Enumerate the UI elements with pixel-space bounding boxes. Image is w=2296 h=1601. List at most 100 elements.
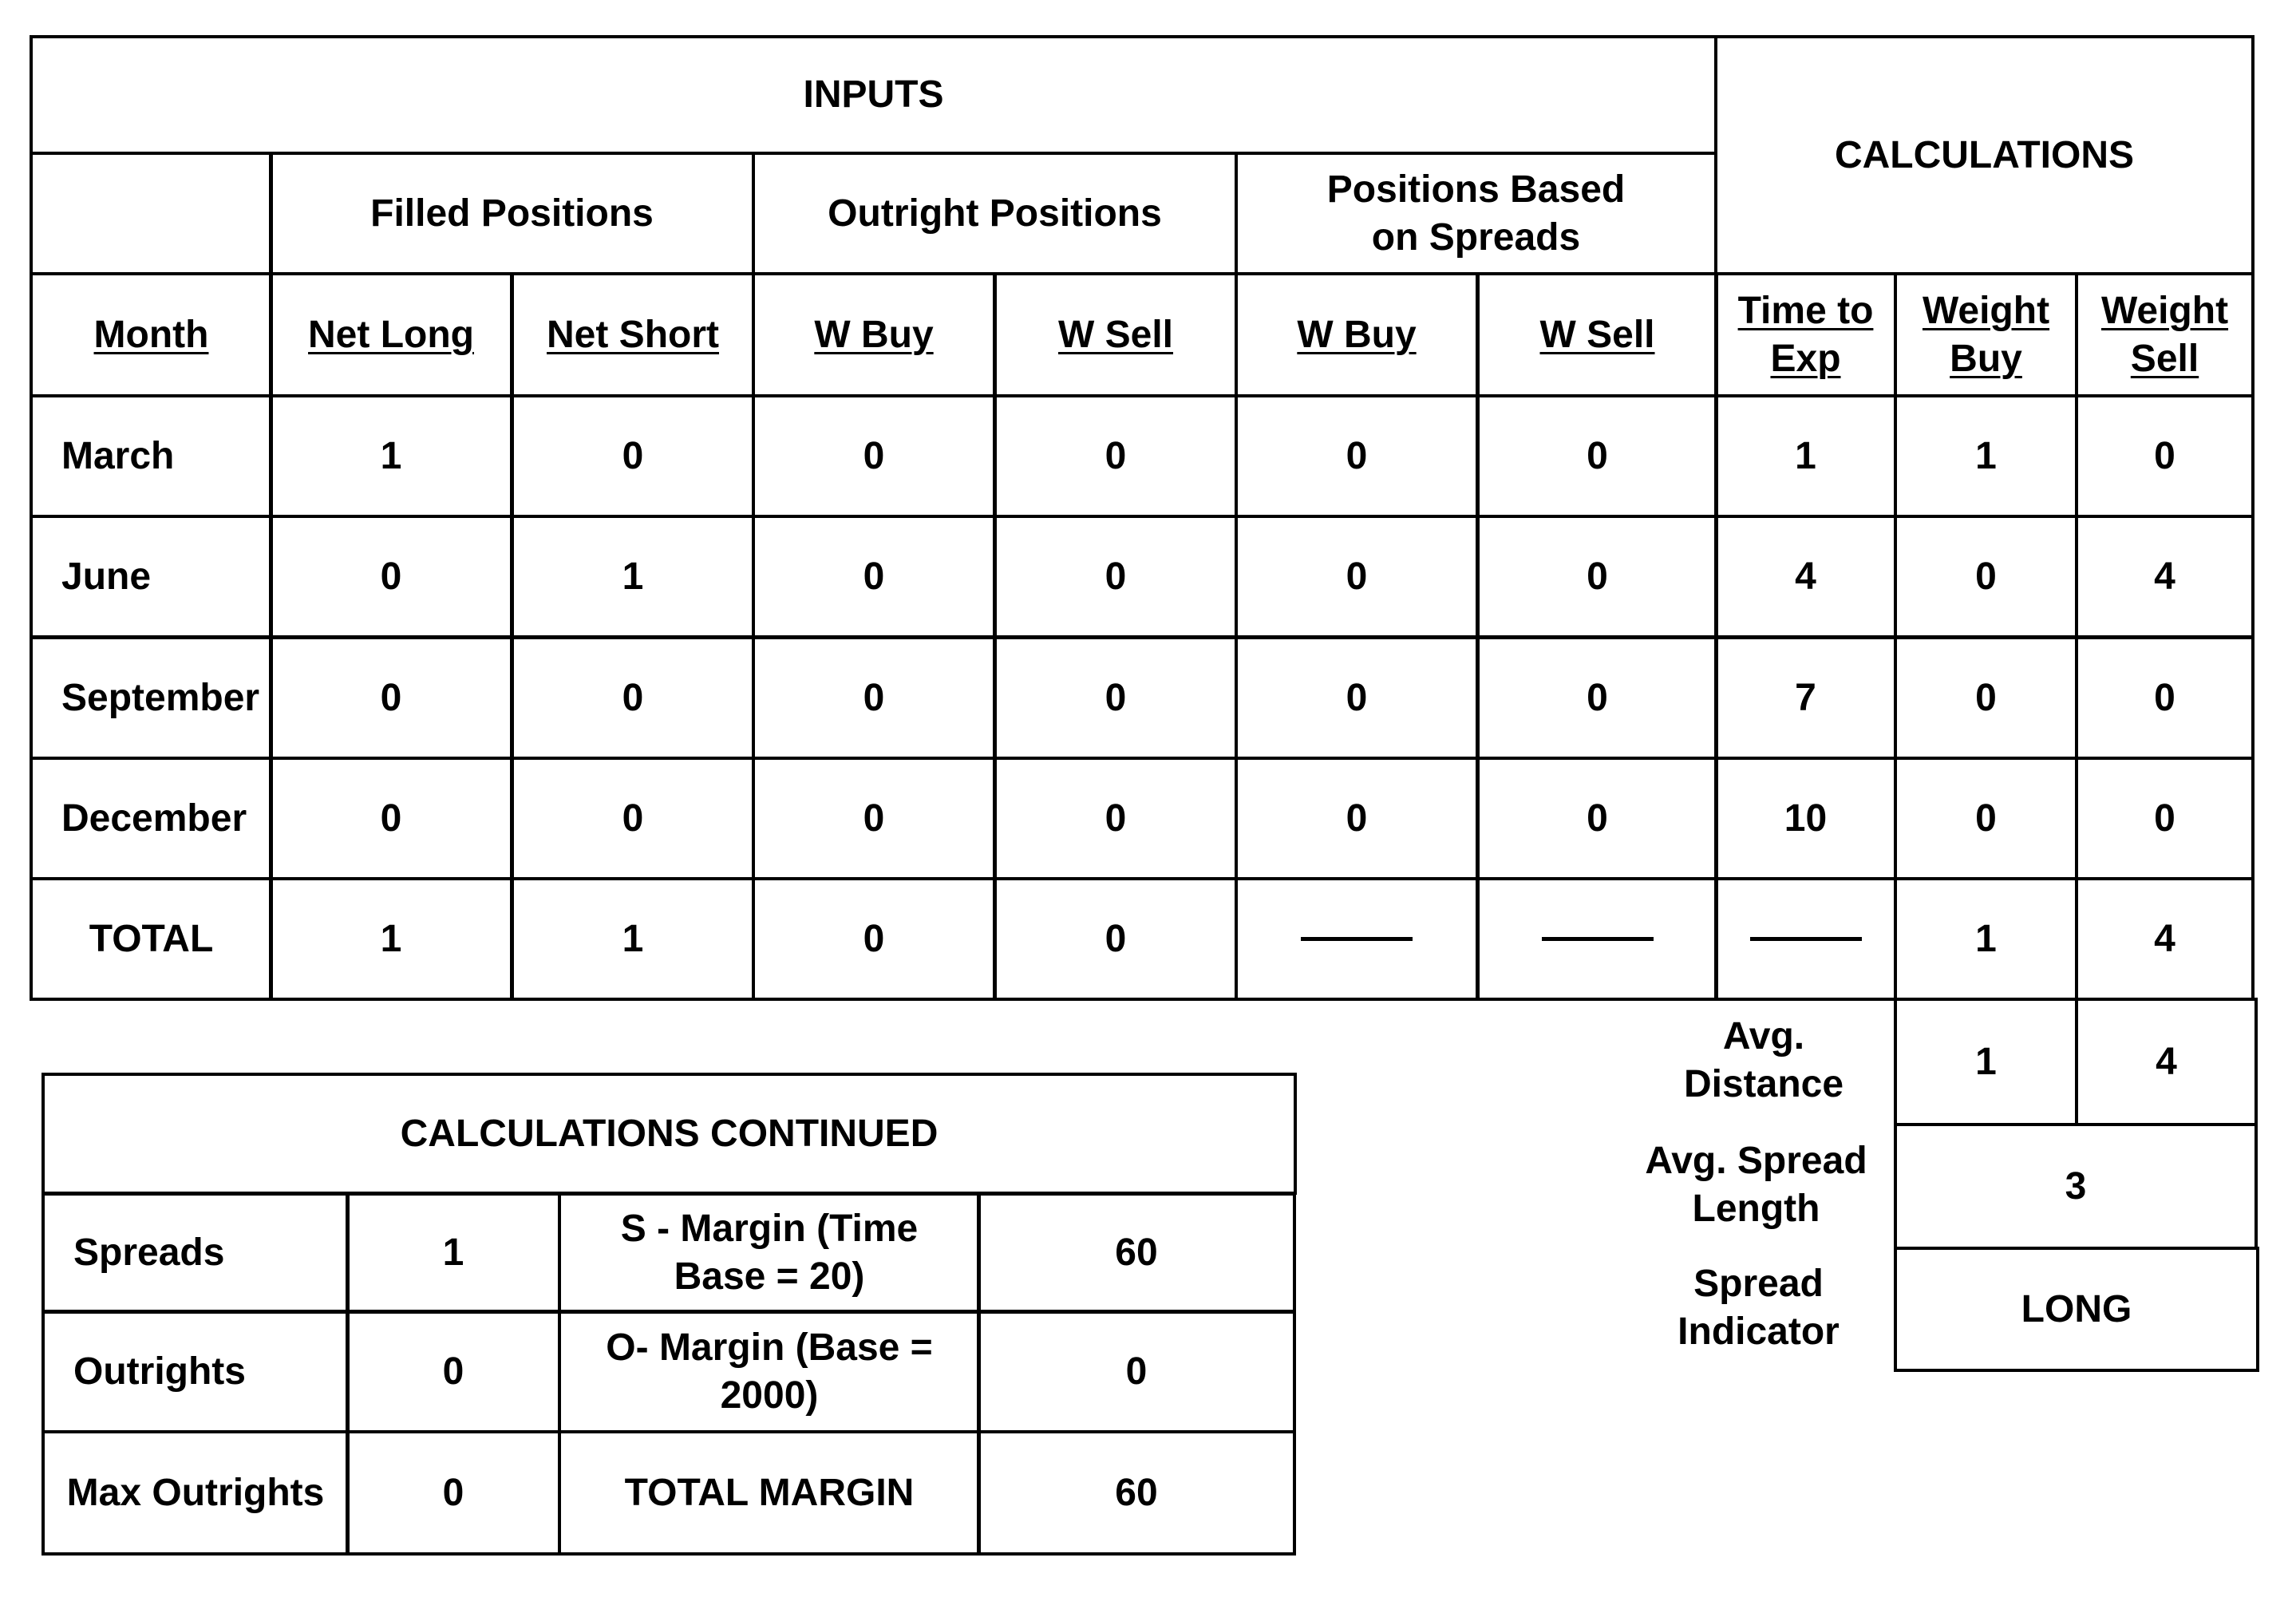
column-header-outright-w-buy-text: W Buy <box>814 313 934 356</box>
row-month-september-text: September <box>61 676 260 719</box>
total-net-long-text: 1 <box>380 917 402 960</box>
dash-placeholder <box>1749 937 1862 941</box>
dash-placeholder <box>1541 937 1654 941</box>
column-header-spread-w-sell: W Sell <box>1476 272 1718 397</box>
cell-march-net-long: 1 <box>269 394 513 518</box>
cell-march-outright-w-sell: 0 <box>994 394 1238 518</box>
cell-december-net-long: 0 <box>269 757 513 880</box>
cell-june-net-long-text: 0 <box>380 555 402 598</box>
cell-june-spread-w-buy-text: 0 <box>1346 555 1368 598</box>
total-net-long: 1 <box>269 877 513 1001</box>
blank-group-header <box>30 152 273 275</box>
calc-max-outrights-label: Max Outrights <box>41 1430 350 1556</box>
calc-spreads-count-text: 1 <box>442 1231 464 1274</box>
calc-outrights-label: Outrights <box>41 1310 350 1433</box>
total-outright-w-sell-text: 0 <box>1105 917 1127 960</box>
cell-june-outright-w-sell: 0 <box>994 515 1238 638</box>
avg-spread-length-label: Avg. Spread Length <box>1645 1139 1867 1230</box>
calc-max-outrights-count-text: 0 <box>442 1471 464 1514</box>
cell-december-time-to-exp-text: 10 <box>1784 797 1828 840</box>
calc-max-outrights-margin-label-text: TOTAL MARGIN <box>624 1471 915 1514</box>
cell-june-outright-w-sell-text: 0 <box>1105 555 1127 598</box>
cell-september-outright-w-buy-text: 0 <box>863 676 885 719</box>
cell-june-weight-sell-text: 4 <box>2154 555 2175 598</box>
total-time-to-exp <box>1714 877 1897 1001</box>
column-header-net-long: Net Long <box>269 272 513 397</box>
cell-march-net-long-text: 1 <box>380 434 402 477</box>
dash-placeholder <box>1301 937 1413 941</box>
row-month-march-text: March <box>61 434 175 477</box>
cell-september-weight-sell-text: 0 <box>2154 676 2175 719</box>
cell-september-spread-w-buy: 0 <box>1235 636 1479 760</box>
total-net-short-text: 1 <box>622 917 644 960</box>
total-spread-w-buy <box>1235 877 1479 1001</box>
row-month-june-text: June <box>61 555 152 598</box>
total-label-text: TOTAL <box>89 917 214 960</box>
total-outright-w-buy-text: 0 <box>863 917 885 960</box>
cell-december-outright-w-buy-text: 0 <box>863 797 885 840</box>
cell-june-spread-w-sell-text: 0 <box>1587 555 1608 598</box>
calc-max-outrights-margin-value: 60 <box>977 1430 1296 1556</box>
column-header-time-to-exp: Time to Exp <box>1714 272 1897 397</box>
cell-march-spread-w-sell: 0 <box>1476 394 1718 518</box>
column-header-month-text: Month <box>93 313 209 356</box>
row-month-june: June <box>30 515 273 638</box>
calc-outrights-label-text: Outrights <box>73 1350 246 1393</box>
cell-december-outright-w-buy: 0 <box>752 757 996 880</box>
row-month-december: December <box>30 757 273 880</box>
cell-september-time-to-exp-text: 7 <box>1795 676 1816 719</box>
calc-spreads-count: 1 <box>346 1192 561 1314</box>
calc-outrights-margin-value-text: 0 <box>1125 1350 1148 1393</box>
avg-distance-buy-text: 1 <box>1975 1040 1997 1083</box>
cell-september-weight-buy: 0 <box>1894 636 2078 760</box>
cell-march-time-to-exp: 1 <box>1714 394 1897 518</box>
cell-september-outright-w-sell-text: 0 <box>1105 676 1127 719</box>
cell-december-spread-w-buy-text: 0 <box>1346 797 1368 840</box>
cell-march-weight-buy: 1 <box>1894 394 2078 518</box>
inputs-header-text: INPUTS <box>803 73 944 116</box>
cell-september-net-long: 0 <box>269 636 513 760</box>
cell-september-net-short: 0 <box>511 636 755 760</box>
total-label: TOTAL <box>30 877 273 1001</box>
cell-june-spread-w-buy: 0 <box>1235 515 1479 638</box>
calc-outrights-count-text: 0 <box>442 1350 464 1393</box>
cell-june-net-short-text: 1 <box>622 555 644 598</box>
cell-june-time-to-exp-text: 4 <box>1795 555 1816 598</box>
avg-distance-sell: 4 <box>2075 998 2258 1126</box>
spread-indicator-value: LONG <box>1894 1247 2259 1372</box>
total-spread-w-sell <box>1476 877 1718 1001</box>
row-month-december-text: December <box>61 797 247 840</box>
calc-spreads-margin-label-text: S - Margin (Time Base = 20) <box>620 1208 919 1298</box>
cell-june-net-long: 0 <box>269 515 513 638</box>
cell-june-outright-w-buy: 0 <box>752 515 996 638</box>
cell-september-outright-w-sell: 0 <box>994 636 1238 760</box>
cell-june-weight-sell: 4 <box>2075 515 2255 638</box>
cell-september-net-long-text: 0 <box>380 676 402 719</box>
cell-june-spread-w-sell: 0 <box>1476 515 1718 638</box>
cell-december-outright-w-sell-text: 0 <box>1105 797 1127 840</box>
cell-december-spread-w-buy: 0 <box>1235 757 1479 880</box>
cell-june-weight-buy-text: 0 <box>1975 555 1997 598</box>
cell-december-weight-sell: 0 <box>2075 757 2255 880</box>
cell-december-time-to-exp: 10 <box>1714 757 1897 880</box>
column-header-spread-w-buy: W Buy <box>1235 272 1479 397</box>
column-header-weight-sell: Weight Sell <box>2075 272 2255 397</box>
column-header-net-long-text: Net Long <box>308 313 474 356</box>
cell-march-spread-w-sell-text: 0 <box>1587 434 1608 477</box>
total-net-short: 1 <box>511 877 755 1001</box>
avg-spread-length-value: 3 <box>1894 1123 2258 1250</box>
cell-september-outright-w-buy: 0 <box>752 636 996 760</box>
calc-max-outrights-label-text: Max Outrights <box>66 1471 325 1514</box>
cell-june-outright-w-buy-text: 0 <box>863 555 885 598</box>
cell-september-spread-w-sell-text: 0 <box>1587 676 1608 719</box>
calc-spreads-label: Spreads <box>41 1192 350 1314</box>
calc-max-outrights-margin-label: TOTAL MARGIN <box>558 1430 981 1556</box>
cell-june-weight-buy: 0 <box>1894 515 2078 638</box>
total-outright-w-sell: 0 <box>994 877 1238 1001</box>
column-header-spread-w-sell-text: W Sell <box>1539 313 1655 356</box>
cell-december-net-long-text: 0 <box>380 797 402 840</box>
cell-june-net-short: 1 <box>511 515 755 638</box>
column-header-net-short-text: Net Short <box>547 313 719 356</box>
column-header-weight-buy: Weight Buy <box>1894 272 2078 397</box>
cell-march-spread-w-buy: 0 <box>1235 394 1479 518</box>
